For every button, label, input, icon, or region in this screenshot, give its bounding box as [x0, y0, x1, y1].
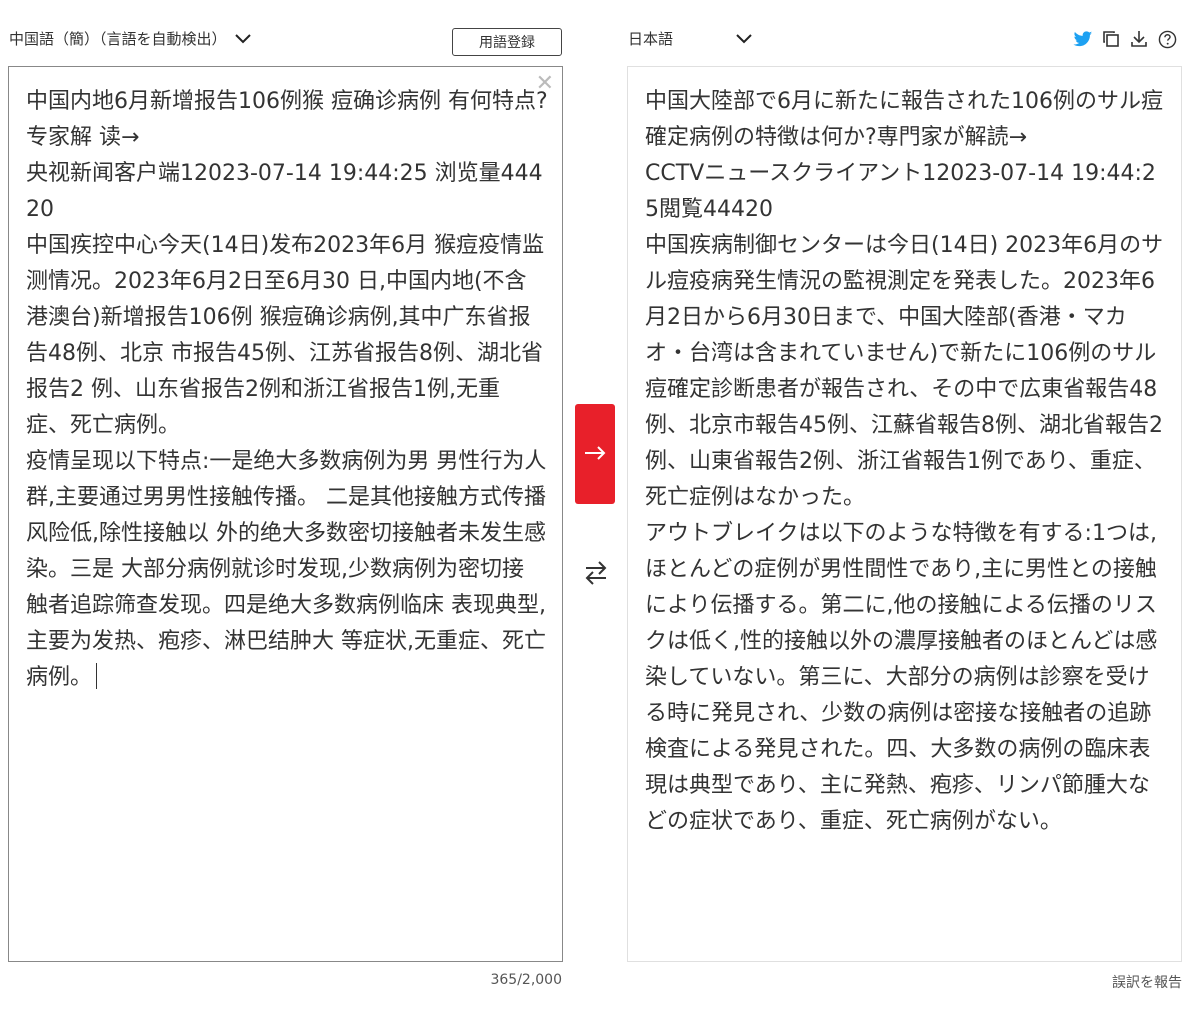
translated-text: 中国大陸部で6月に新たに報告された106例のサル痘確定病例の特徴は何か?専門家が… — [645, 89, 1164, 834]
source-text-content: 中国内地6月新增报告106例猴 痘确诊病例 有何特点?专家解 读→ 央视新闻客户… — [26, 89, 548, 690]
source-language-label: 中国語（簡）（言語を自動検出） — [9, 30, 227, 48]
download-icon[interactable] — [1128, 28, 1150, 50]
chevron-down-icon — [736, 30, 752, 48]
source-text[interactable]: 中国内地6月新增报告106例猴 痘确诊病例 有何特点?专家解 读→ 央视新闻客户… — [26, 84, 548, 696]
text-cursor — [96, 663, 98, 689]
twitter-icon[interactable] — [1072, 28, 1094, 50]
swap-languages-button[interactable] — [583, 560, 609, 590]
output-toolbar — [1072, 28, 1178, 50]
report-error-link[interactable]: 誤訳を報告 — [1112, 972, 1182, 992]
translation-output-area: 中国大陸部で6月に新たに報告された106例のサル痘確定病例の特徴は何か?専門家が… — [627, 66, 1182, 962]
translate-button[interactable] — [575, 404, 615, 504]
arrow-right-icon — [584, 445, 606, 463]
target-language-select[interactable]: 日本語 — [628, 28, 752, 49]
target-language-label: 日本語 — [628, 30, 674, 48]
swap-icon — [584, 560, 608, 590]
source-language-select[interactable]: 中国語（簡）（言語を自動検出） — [9, 28, 251, 49]
source-text-area[interactable]: ✕ 中国内地6月新增报告106例猴 痘确诊病例 有何特点?专家解 读→ 央视新闻… — [8, 66, 563, 962]
chevron-down-icon — [234, 30, 251, 48]
term-register-button[interactable]: 用語登録 — [452, 28, 562, 56]
character-counter: 365/2,000 — [490, 972, 562, 988]
help-icon[interactable] — [1156, 28, 1178, 50]
copy-icon[interactable] — [1100, 28, 1122, 50]
